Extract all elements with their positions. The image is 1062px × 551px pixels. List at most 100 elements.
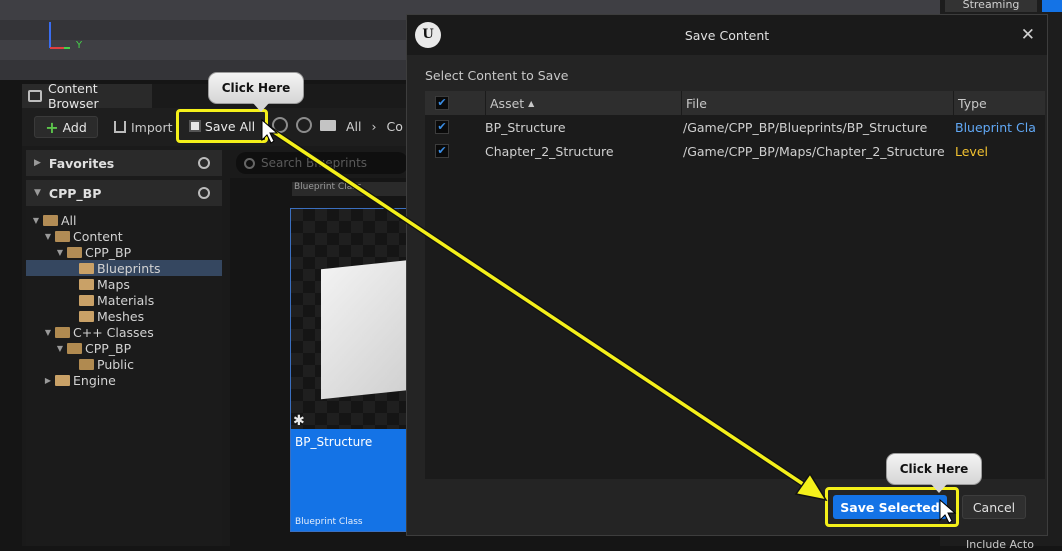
row-type: Blueprint Cla (955, 119, 1036, 135)
tree-item[interactable]: ▼ CPP_BP (26, 340, 222, 356)
add-label: Add (62, 119, 87, 135)
history-nav (272, 117, 336, 133)
folder-icon (79, 294, 94, 306)
tree-item-label: Materials (97, 292, 155, 308)
caret-icon[interactable]: ▼ (56, 344, 64, 353)
caret-icon[interactable]: ▼ (32, 216, 40, 225)
tree-item-label: CPP_BP (85, 244, 132, 260)
tree-item-label: Public (97, 356, 134, 372)
folder-icon (320, 119, 336, 131)
column-asset-label: Asset (490, 95, 525, 111)
search-input[interactable]: Search Blueprints (236, 152, 408, 174)
import-button[interactable]: Import (114, 116, 173, 138)
panel-toggle-button[interactable] (1042, 0, 1062, 12)
folder-icon (67, 246, 82, 258)
row-checkbox[interactable]: ✔ (435, 120, 449, 134)
folder-icon (55, 230, 70, 242)
asset-label-area: BP_Structure Blueprint Class (291, 429, 407, 531)
add-button[interactable]: + Add (34, 116, 98, 138)
tree-item[interactable]: ▼ All (26, 212, 222, 228)
tree-item-label: Maps (97, 276, 130, 292)
row-checkbox[interactable]: ✔ (435, 144, 449, 158)
content-browser-icon (28, 90, 42, 102)
breadcrumb-all[interactable]: All (346, 119, 362, 134)
tree-item[interactable]: Meshes (26, 308, 222, 324)
asset-type-above: Blueprint Class (292, 182, 406, 196)
favorites-label: Favorites (48, 155, 115, 171)
search-icon[interactable] (198, 157, 210, 169)
asset-thumbnail (291, 209, 407, 429)
tree-item[interactable]: Materials (26, 292, 222, 308)
breadcrumb-content[interactable]: Co (387, 119, 403, 134)
folder-icon (43, 214, 58, 226)
folder-icon (79, 262, 94, 274)
folder-icon (55, 374, 70, 386)
tab-content-browser[interactable]: Content Browser (22, 81, 152, 111)
tree-item[interactable]: ▶ Engine (26, 372, 222, 388)
tree-item[interactable]: ▼ C++ Classes (26, 324, 222, 340)
table-row[interactable]: ✔ BP_Structure/Game/CPP_BP/Blueprints/BP_… (425, 115, 1045, 139)
import-label: Import (131, 119, 173, 135)
cancel-button[interactable]: Cancel (962, 495, 1026, 519)
tree-item-label: All (61, 212, 77, 228)
tree-item[interactable]: Maps (26, 276, 222, 292)
modified-star-icon: ✱ (293, 413, 305, 429)
unreal-logo-icon: U (415, 22, 441, 48)
caret-icon[interactable]: ▼ (56, 248, 64, 257)
callout-save-selected: Click Here (886, 453, 982, 493)
asset-type: Blueprint Class (295, 517, 363, 527)
tree-item[interactable]: Public (26, 356, 222, 372)
code-folder-icon (67, 342, 82, 354)
column-file-label: File (686, 95, 707, 111)
tab-label: Content Browser (47, 81, 99, 111)
row-asset: Chapter_2_Structure (485, 143, 614, 159)
caret-icon[interactable]: ▼ (44, 328, 52, 337)
folder-icon (79, 278, 94, 290)
caret-down-icon: ▼ (34, 188, 41, 198)
folder-tree: ▼ All ▼ Content ▼ CPP_BP Blueprints Maps Materia… (26, 212, 222, 388)
dialog-title-bar: U Save Content ✕ (407, 15, 1047, 55)
sort-ascending-icon: ▲ (528, 98, 535, 108)
axis-y-label: Y (76, 40, 83, 51)
tree-item[interactable]: ▼ CPP_BP (26, 244, 222, 260)
table-row[interactable]: ✔ Chapter_2_Structure/Game/CPP_BP/Maps/Ch… (425, 139, 1045, 163)
forward-arrow-icon[interactable] (296, 117, 312, 133)
column-type-label: Type (958, 95, 987, 111)
search-icon (244, 157, 255, 169)
close-icon[interactable]: ✕ (1021, 25, 1035, 45)
caret-right-icon: ▶ (34, 158, 41, 168)
caret-icon[interactable]: ▼ (44, 232, 52, 241)
tree-item[interactable]: ▼ Content (26, 228, 222, 244)
save-selected-button[interactable]: Save Selected (833, 495, 947, 519)
select-all-checkbox[interactable]: ✔ (435, 96, 449, 110)
search-placeholder: Search Blueprints (261, 156, 368, 170)
column-type[interactable]: Type (953, 91, 1045, 115)
project-label: CPP_BP (48, 185, 102, 201)
row-file: /Game/CPP_BP/Maps/Chapter_2_Structure (683, 143, 945, 159)
column-asset[interactable]: Asset ▲ (485, 91, 681, 115)
tree-item-label: Engine (73, 372, 116, 388)
favorites-header[interactable]: ▶ Favorites (26, 150, 222, 176)
breadcrumb: All › Co (346, 119, 403, 134)
content-table: ✔ Asset ▲ File Type ✔ BP_Structure/Game/C… (425, 91, 1045, 479)
asset-tile-bp-structure[interactable]: ✱ BP_Structure Blueprint Class (290, 208, 408, 532)
search-icon[interactable] (198, 187, 210, 199)
back-arrow-icon[interactable] (272, 117, 288, 133)
axis-gizmo-icon (49, 22, 70, 49)
row-asset: BP_Structure (485, 119, 566, 135)
code-folder-icon (55, 326, 70, 338)
include-actors-label: Include Acto (966, 538, 1034, 551)
caret-icon[interactable]: ▶ (44, 376, 52, 385)
row-file: /Game/CPP_BP/Blueprints/BP_Structure (683, 119, 928, 135)
dialog-subtitle: Select Content to Save (425, 68, 569, 83)
column-file[interactable]: File (681, 91, 953, 115)
tree-item-label: Content (73, 228, 123, 244)
save-all-label: Save All (204, 118, 256, 134)
tree-item[interactable]: Blueprints (26, 260, 222, 276)
project-header[interactable]: ▼ CPP_BP (26, 180, 222, 206)
table-header: ✔ Asset ▲ File Type (425, 91, 1045, 115)
save-all-button[interactable]: Save All (176, 109, 268, 143)
streaming-tab[interactable]: Streaming (945, 0, 1037, 12)
dialog-title: Save Content (684, 27, 770, 43)
code-folder-icon (79, 358, 94, 370)
